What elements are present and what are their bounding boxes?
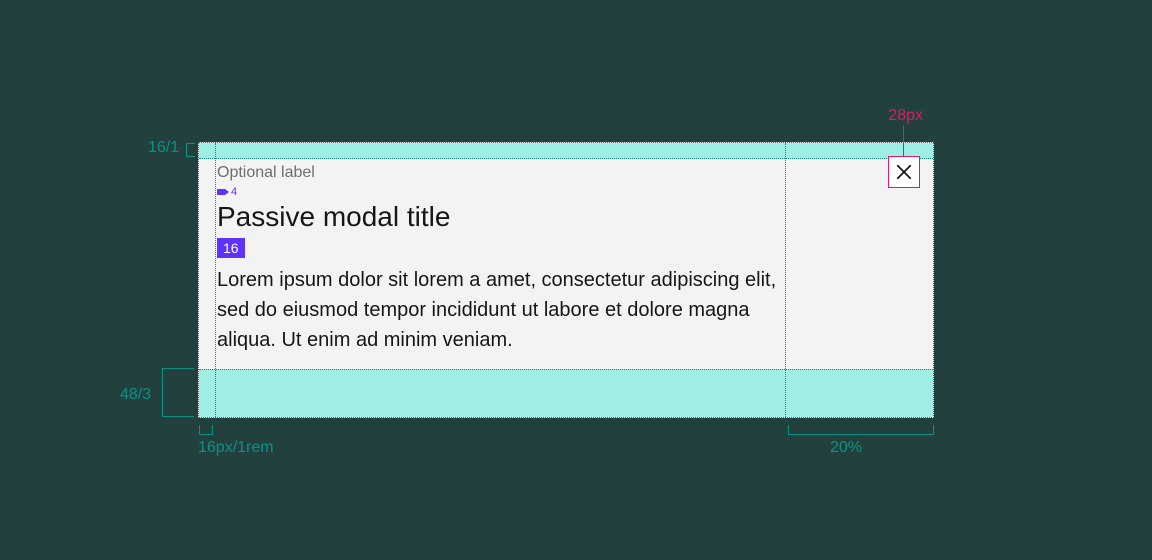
spec-top-padding-bracket xyxy=(186,143,195,157)
spec-right-region-bracket xyxy=(788,425,934,435)
modal-title: Passive modal title xyxy=(217,200,783,234)
top-padding-band xyxy=(199,143,933,159)
spec-left-padding-label: 16px/1rem xyxy=(198,439,274,457)
modal-content: Optional label 4 Passive modal title 16 … xyxy=(217,163,783,355)
passive-modal: Optional label 4 Passive modal title 16 … xyxy=(198,142,934,418)
bottom-padding-band xyxy=(199,369,933,417)
close-size-label: 28px xyxy=(888,107,923,125)
modal-body: Lorem ipsum dolor sit lorem a amet, cons… xyxy=(217,265,783,355)
left-padding-guide xyxy=(215,143,216,417)
spec-right-region-label: 20% xyxy=(830,439,862,457)
close-icon xyxy=(895,163,913,181)
close-spec-connector xyxy=(903,125,904,156)
spec-bottom-padding-label: 48/3 xyxy=(120,386,151,404)
spacing-spec-16: 16 xyxy=(217,238,245,258)
spec-bottom-padding-bracket xyxy=(162,368,194,417)
spec-top-padding-label: 16/1 xyxy=(148,139,179,157)
spacing-spec-4: 4 xyxy=(217,186,237,198)
close-button[interactable] xyxy=(888,156,920,188)
spec-arrow-icon xyxy=(217,189,225,195)
right-20pct-guide xyxy=(785,143,786,417)
spacing-spec-4-value: 4 xyxy=(231,186,237,198)
modal-label: Optional label xyxy=(217,163,783,182)
spec-left-padding-bracket xyxy=(199,425,213,435)
